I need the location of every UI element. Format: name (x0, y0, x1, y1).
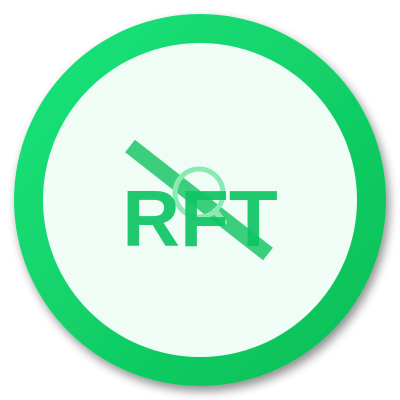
logo-text: RFT (122, 174, 278, 263)
logo-canvas: RFT (0, 0, 400, 400)
rft-logo-badge: RFT (14, 14, 386, 386)
